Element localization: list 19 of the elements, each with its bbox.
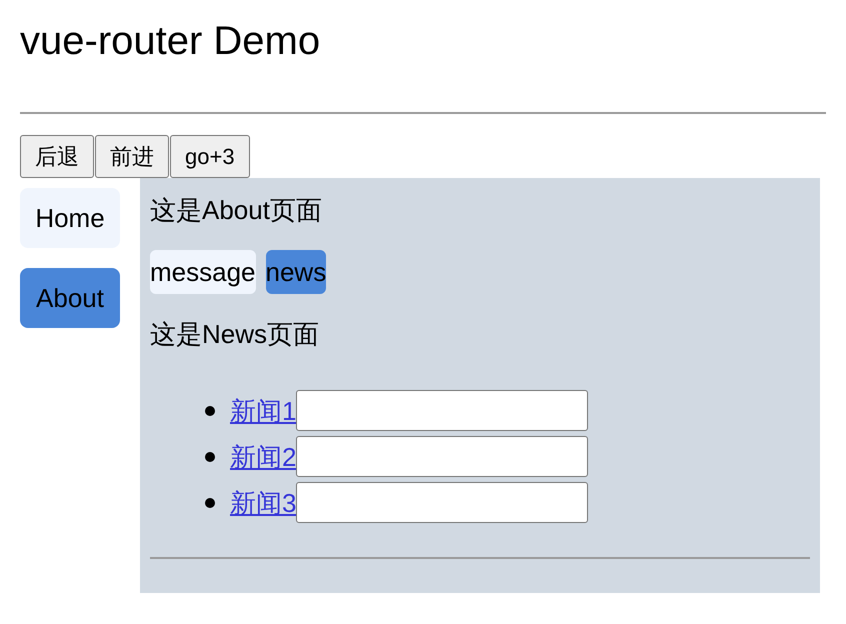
text-input[interactable] <box>296 390 588 431</box>
section-heading: 这是News页面 <box>150 318 320 350</box>
page-heading: 这是About页面 <box>150 194 322 226</box>
history-button[interactable]: 前进 <box>95 135 169 178</box>
sub-tab[interactable]: news <box>266 250 326 294</box>
news-link[interactable]: 新闻1 <box>230 394 296 426</box>
bullet-icon <box>205 406 215 416</box>
page-title: vue-router Demo <box>20 18 320 65</box>
nav-link[interactable]: Home <box>20 188 120 248</box>
text-input[interactable] <box>296 436 588 477</box>
nav-link[interactable]: About <box>20 268 120 328</box>
bullet-icon <box>205 452 215 462</box>
text-input[interactable] <box>296 482 588 523</box>
news-link[interactable]: 新闻2 <box>230 440 296 472</box>
news-link[interactable]: 新闻3 <box>230 486 296 518</box>
history-button[interactable]: 后退 <box>20 135 94 178</box>
history-button[interactable]: go+3 <box>170 135 250 178</box>
bullet-icon <box>205 498 215 508</box>
sub-tab[interactable]: message <box>150 250 256 294</box>
